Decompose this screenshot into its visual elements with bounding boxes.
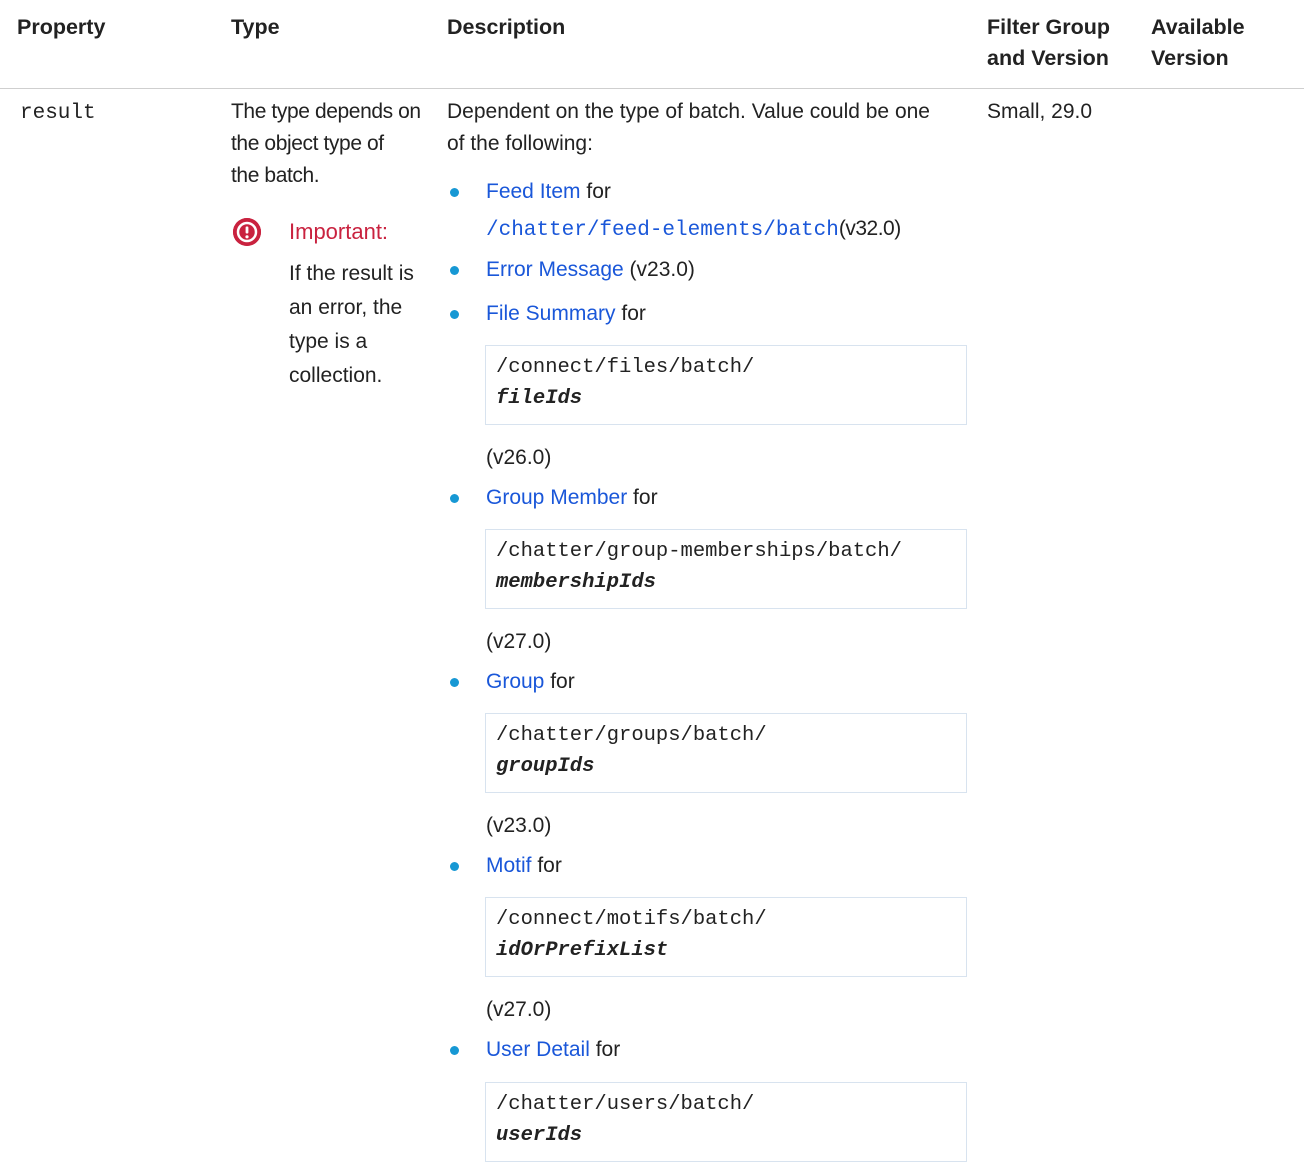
motif-link[interactable]: Motif <box>486 854 532 877</box>
group-member-link[interactable]: Group Member <box>486 486 627 509</box>
file-summary-version: (v26.0) <box>486 446 552 469</box>
bullet-icon <box>450 678 459 687</box>
motif-version: (v27.0) <box>486 998 552 1021</box>
type-text: The type depends on the object type of t… <box>231 100 421 187</box>
code-block-groups-batch: /chatter/groups/batch/ groupIds <box>485 713 967 793</box>
exclamation-circle-icon <box>233 218 261 246</box>
group-member-version: (v27.0) <box>486 630 552 653</box>
description-intro: Dependent on the type of batch. Value co… <box>447 100 930 155</box>
important-text: If the result is an error, the type is a… <box>289 262 414 387</box>
code-block-users-batch: /chatter/users/batch/ userIds <box>485 1082 967 1162</box>
header-available-version: Available Version <box>1151 15 1245 70</box>
code-block-group-memberships-batch: /chatter/group-memberships/batch/ member… <box>485 529 967 609</box>
group-version: (v23.0) <box>486 814 552 837</box>
header-property: Property <box>17 15 106 39</box>
group-link[interactable]: Group <box>486 670 544 693</box>
feed-elements-batch-link[interactable]: /chatter/feed-elements/batch <box>486 219 839 242</box>
file-summary-link[interactable]: File Summary <box>486 302 616 325</box>
list-item-user-detail: User Detail for <box>486 1038 621 1061</box>
property-name: result <box>20 102 96 125</box>
error-message-link[interactable]: Error Message <box>486 258 624 281</box>
feed-item-path-line: /chatter/feed-elements/batch(v32.0) <box>486 217 901 242</box>
list-item-feed-item: Feed Item for <box>486 180 611 203</box>
filter-group-value: Small, 29.0 <box>987 100 1093 123</box>
list-item-group-member: Group Member for <box>486 486 658 509</box>
list-item-file-summary: File Summary for <box>486 302 646 325</box>
code-block-files-batch: /connect/files/batch/ fileIds <box>485 345 967 425</box>
feed-item-link[interactable]: Feed Item <box>486 180 581 203</box>
list-item-motif: Motif for <box>486 854 562 877</box>
table-header: Property Type Description Filter Group a… <box>0 0 1304 89</box>
code-block-motifs-batch: /connect/motifs/batch/ idOrPrefixList <box>485 897 967 977</box>
bullet-icon <box>450 266 459 275</box>
important-title: Important: <box>289 219 389 244</box>
bullet-icon <box>450 1046 459 1055</box>
list-item-error-message: Error Message (v23.0) <box>486 258 695 281</box>
bullet-icon <box>450 494 459 503</box>
bullet-icon <box>450 310 459 319</box>
header-filter-group: Filter Group and Version <box>987 15 1111 70</box>
bullet-icon <box>450 862 459 871</box>
header-type: Type <box>231 15 280 39</box>
header-description: Description <box>447 15 566 39</box>
user-detail-link[interactable]: User Detail <box>486 1038 590 1061</box>
bullet-icon <box>450 188 459 197</box>
list-item-group: Group for <box>486 670 575 693</box>
